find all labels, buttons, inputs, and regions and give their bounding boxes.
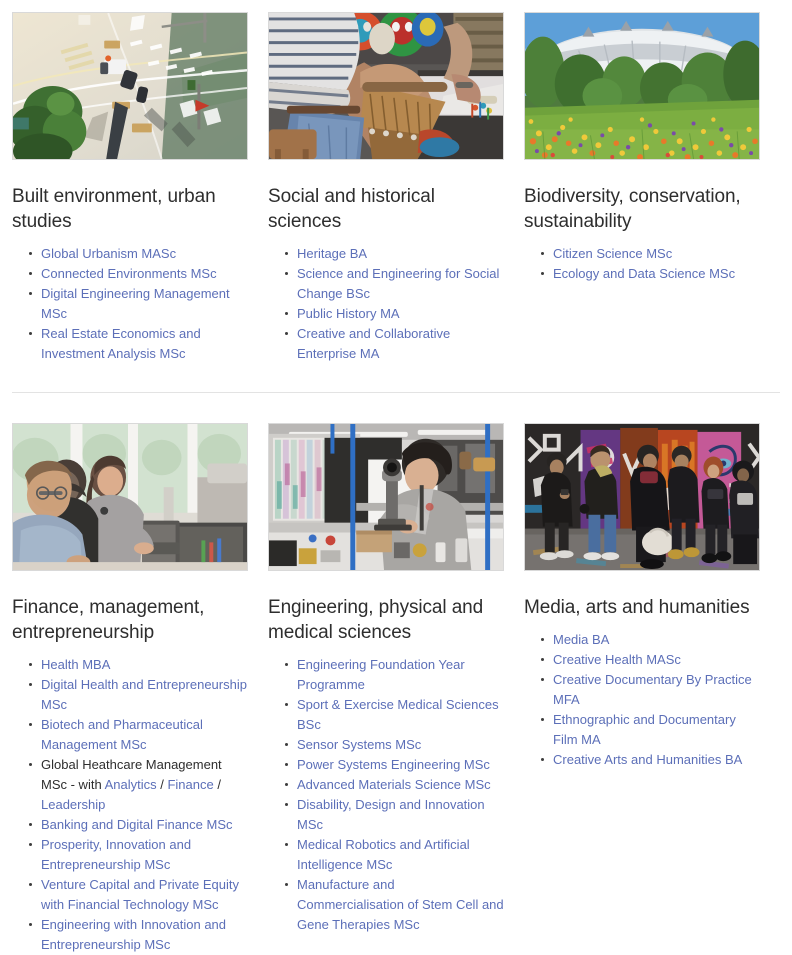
- office-workers-at-computers-photo: [12, 423, 248, 571]
- list-item: Venture Capital and Private Equity with …: [29, 875, 248, 915]
- programme-link-list: Heritage BA Science and Engineering for …: [268, 244, 504, 364]
- option-separator: /: [156, 777, 168, 792]
- card-title: Biodiversity, conservation, sustainabili…: [524, 186, 741, 232]
- aerial-road-intersection-photo: [12, 12, 248, 160]
- programme-subject-grid: Built environment, urban studies Global …: [0, 0, 792, 952]
- list-item: Disability, Design and Innovation MSc: [285, 795, 504, 835]
- programme-link[interactable]: Creative Health MASc: [553, 652, 681, 667]
- list-item: Engineering with Innovation and Entrepre…: [29, 915, 248, 955]
- list-item: Banking and Digital Finance MSc: [29, 815, 248, 835]
- list-item: Creative Documentary By Practice MFA: [541, 670, 760, 710]
- list-item: Digital Health and Entrepreneurship MSc: [29, 675, 248, 715]
- drumming-workshop-photo: [268, 12, 504, 160]
- programme-link[interactable]: Sensor Systems MSc: [297, 737, 421, 752]
- list-item: Engineering Foundation Year Programme: [285, 655, 504, 695]
- programme-link[interactable]: Creative Documentary By Practice MFA: [553, 672, 752, 707]
- programme-option-link[interactable]: Analytics: [105, 777, 157, 792]
- laboratory-microscope-researcher-photo: [268, 423, 504, 571]
- programme-link[interactable]: Digital Health and Entrepreneurship MSc: [41, 677, 247, 712]
- list-item: Connected Environments MSc: [29, 264, 248, 284]
- list-item-mixed: Global Heathcare Management MSc - with A…: [29, 755, 248, 815]
- programme-link[interactable]: Health MBA: [41, 657, 110, 672]
- programme-link[interactable]: Media BA: [553, 632, 609, 647]
- graffiti-wall-street-scene-photo: [524, 423, 760, 571]
- programme-option-link[interactable]: Finance: [167, 777, 213, 792]
- programme-link[interactable]: Heritage BA: [297, 246, 367, 261]
- olympic-stadium-wildflower-meadow-photo: [524, 12, 760, 160]
- programme-link[interactable]: Engineering Foundation Year Programme: [297, 657, 465, 692]
- list-item: Medical Robotics and Artificial Intellig…: [285, 835, 504, 875]
- programme-link-list: Media BA Creative Health MASc Creative D…: [524, 630, 760, 770]
- card-title: Media, arts and humanities: [524, 597, 750, 618]
- row-spacer-top: [0, 364, 792, 392]
- programme-link-list: Global Urbanism MASc Connected Environme…: [12, 244, 248, 364]
- programme-link[interactable]: Creative Arts and Humanities BA: [553, 752, 742, 767]
- programme-link[interactable]: Manufacture and Commercialisation of Ste…: [297, 877, 504, 932]
- programme-link[interactable]: Ethnographic and Documentary Film MA: [553, 712, 736, 747]
- list-item: Prosperity, Innovation and Entrepreneurs…: [29, 835, 248, 875]
- list-item: Science and Engineering for Social Chang…: [285, 264, 504, 304]
- list-item: Real Estate Economics and Investment Ana…: [29, 324, 248, 364]
- row-spacer-bottom: [0, 393, 792, 423]
- subject-card-built-environment: Built environment, urban studies Global …: [12, 12, 248, 364]
- programme-link[interactable]: Banking and Digital Finance MSc: [41, 817, 233, 832]
- programme-link[interactable]: Venture Capital and Private Equity with …: [41, 877, 239, 912]
- programme-link[interactable]: Ecology and Data Science MSc: [553, 266, 735, 281]
- programme-link[interactable]: Prosperity, Innovation and Entrepreneurs…: [41, 837, 191, 872]
- programme-link[interactable]: Creative and Collaborative Enterprise MA: [297, 326, 450, 361]
- programme-link[interactable]: Real Estate Economics and Investment Ana…: [41, 326, 201, 361]
- subject-row-2: Finance, management, entrepreneurship He…: [0, 423, 792, 955]
- programme-link[interactable]: Connected Environments MSc: [41, 266, 217, 281]
- list-item: Manufacture and Commercialisation of Ste…: [285, 875, 504, 935]
- subject-card-social-historical: Social and historical sciences Heritage …: [268, 12, 504, 364]
- card-title: Social and historical sciences: [268, 186, 435, 232]
- list-item: Creative Arts and Humanities BA: [541, 750, 760, 770]
- programme-link[interactable]: Digital Engineering Management MSc: [41, 286, 230, 321]
- list-item: Health MBA: [29, 655, 248, 675]
- card-title: Engineering, physical and medical scienc…: [268, 597, 484, 643]
- card-title: Finance, management, entrepreneurship: [12, 597, 205, 643]
- programme-link[interactable]: Global Urbanism MASc: [41, 246, 176, 261]
- list-item: Creative Health MASc: [541, 650, 760, 670]
- list-item: Digital Engineering Management MSc: [29, 284, 248, 324]
- programme-link[interactable]: Advanced Materials Science MSc: [297, 777, 491, 792]
- card-title: Built environment, urban studies: [12, 186, 216, 232]
- list-item: Ecology and Data Science MSc: [541, 264, 760, 284]
- programme-link[interactable]: Citizen Science MSc: [553, 246, 672, 261]
- list-item: Media BA: [541, 630, 760, 650]
- programme-link[interactable]: Power Systems Engineering MSc: [297, 757, 490, 772]
- programme-link[interactable]: Public History MA: [297, 306, 400, 321]
- list-item: Global Urbanism MASc: [29, 244, 248, 264]
- programme-link-list: Health MBA Digital Health and Entreprene…: [12, 655, 248, 955]
- list-item: Citizen Science MSc: [541, 244, 760, 264]
- programme-link[interactable]: Medical Robotics and Artificial Intellig…: [297, 837, 470, 872]
- subject-card-biodiversity: Biodiversity, conservation, sustainabili…: [524, 12, 760, 364]
- programme-option-link[interactable]: Leadership: [41, 797, 105, 812]
- list-item: Sport & Exercise Medical Sciences BSc: [285, 695, 504, 735]
- programme-link[interactable]: Sport & Exercise Medical Sciences BSc: [297, 697, 499, 732]
- list-item: Sensor Systems MSc: [285, 735, 504, 755]
- subject-card-media-arts: Media, arts and humanities Media BA Crea…: [524, 423, 760, 955]
- subject-card-engineering-medical: Engineering, physical and medical scienc…: [268, 423, 504, 955]
- subject-card-finance-management: Finance, management, entrepreneurship He…: [12, 423, 248, 955]
- programme-link[interactable]: Engineering with Innovation and Entrepre…: [41, 917, 226, 952]
- programme-link[interactable]: Disability, Design and Innovation MSc: [297, 797, 485, 832]
- programme-link-list: Engineering Foundation Year Programme Sp…: [268, 655, 504, 935]
- list-item: Advanced Materials Science MSc: [285, 775, 504, 795]
- option-separator: /: [213, 777, 221, 792]
- list-item: Heritage BA: [285, 244, 504, 264]
- programme-link-list: Citizen Science MSc Ecology and Data Sci…: [524, 244, 760, 284]
- list-item: Ethnographic and Documentary Film MA: [541, 710, 760, 750]
- list-item: Power Systems Engineering MSc: [285, 755, 504, 775]
- subject-row-1: Built environment, urban studies Global …: [0, 0, 792, 364]
- list-item: Biotech and Pharmaceutical Management MS…: [29, 715, 248, 755]
- programme-link[interactable]: Science and Engineering for Social Chang…: [297, 266, 499, 301]
- programme-link[interactable]: Biotech and Pharmaceutical Management MS…: [41, 717, 203, 752]
- list-item: Public History MA: [285, 304, 504, 324]
- list-item: Creative and Collaborative Enterprise MA: [285, 324, 504, 364]
